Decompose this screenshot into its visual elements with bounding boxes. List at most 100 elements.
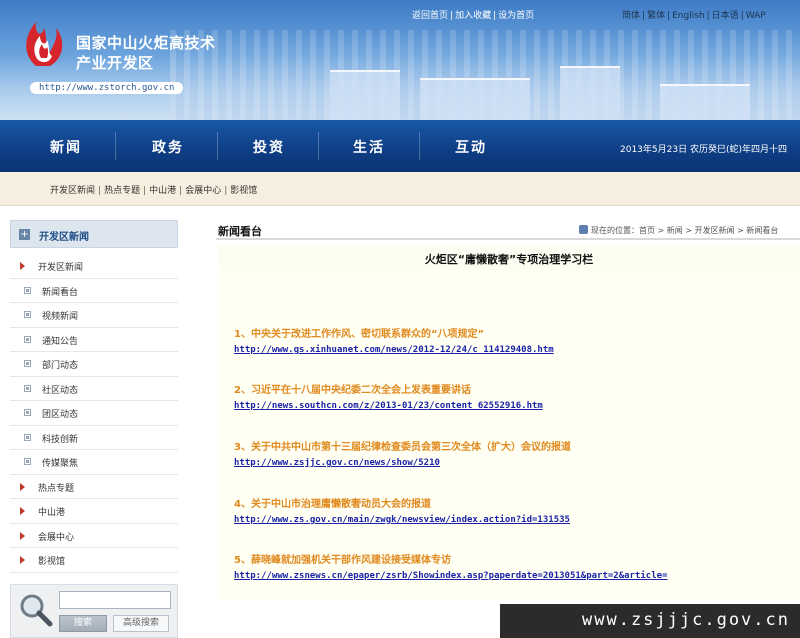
nav-interaction[interactable]: 互动 [455,137,487,157]
nav-life[interactable]: 生活 [353,137,385,157]
list-item-title: 5、薛晓峰就加强机关干部作风建设接受媒体专访 [234,555,451,566]
nav-date: 2013年5月23日 农历癸巳(蛇)年四月十四 [620,145,787,155]
square-bullet-icon [24,433,31,441]
subnav-dev-news[interactable]: 开发区新闻 [50,186,95,196]
sidebar-item-hot-topics[interactable]: 热点专题 [10,475,178,499]
square-bullet-icon [24,384,31,392]
location-icon [579,225,588,234]
main-header: 新闻看台 现在的位置：首页 > 新闻 > 开发区新闻 > 新闻看台 [216,220,800,240]
square-bullet-icon [24,286,31,294]
link-set-homepage[interactable]: 设为首页 [498,11,534,21]
search-input[interactable] [59,591,171,609]
top-links: 返回首页 | 加入收藏 | 设为首页 [412,11,535,21]
square-bullet-icon [24,458,31,465]
arrow-right-icon [20,262,25,270]
search-button[interactable]: 搜索 [59,615,107,632]
sidebar-item-department[interactable]: 部门动态 [10,352,178,377]
sidebar-header: + 开发区新闻 [10,220,178,248]
sidebar-item-innovation[interactable]: 科技创新 [10,426,178,450]
sidebar-item-label: 会展中心 [38,532,75,543]
site-name-line2: 产业开发区 [76,54,154,72]
article-body: 1、中央关于改进工作作风、密切联系群众的“八项规定” http://www.gs… [218,270,800,600]
arrow-right-icon [20,531,25,540]
breadcrumb-prefix: 现在的位置： [591,226,639,235]
site-name-line1: 国家中山火炬高技术 [76,34,216,52]
lang-wap[interactable]: WAP [746,11,766,21]
sidebar-item-community[interactable]: 社区动态 [10,377,178,401]
site-name: 国家中山火炬高技术 产业开发区 [76,33,216,73]
sidebar-item-news-stand[interactable]: 新闻看台 [10,279,178,303]
advanced-search-button[interactable]: 高级搜索 [113,615,169,632]
nav-divider [115,132,116,160]
sidebar: + 开发区新闻 开发区新闻 新闻看台 视频新闻 通知公告 部门动态 社区动态 团… [10,220,178,573]
subnav-expo-center[interactable]: 会展中心 [185,186,221,196]
sidebar-item-notices[interactable]: 通知公告 [10,328,178,352]
breadcrumb: 现在的位置：首页 > 新闻 > 开发区新闻 > 新闻看台 [579,225,778,236]
torch-logo-icon [26,22,63,66]
magnifier-icon [20,594,53,627]
nav-news[interactable]: 新闻 [50,137,82,157]
list-item-title: 3、关于中共中山市第十三届纪律检查委员会第三次全体（扩大）会议的报道 [234,442,571,453]
lang-english[interactable]: English [672,11,705,21]
article-title: 火炬区“庸懒散奢”专项治理学习栏 [424,253,594,266]
sidebar-item-label: 中山港 [38,508,66,518]
header-building [420,78,530,120]
header-building [660,84,750,120]
sidebar-item-label: 新闻看台 [42,287,79,298]
sidebar-item-expo[interactable]: 会展中心 [10,524,178,548]
list-item-link[interactable]: http://news.southcn.com/z/2013-01/23/con… [234,401,543,411]
sidebar-item-label: 热点专题 [38,483,75,494]
lang-traditional[interactable]: 繁体 [647,11,665,21]
site-url[interactable]: http://www.zstorch.gov.cn [30,82,184,94]
nav-investment[interactable]: 投资 [253,137,285,157]
list-item-link[interactable]: http://www.zsjjc.gov.cn/news/show/5210 [234,458,440,468]
sidebar-item-label: 影视馆 [38,557,66,567]
plus-icon: + [19,229,30,240]
lang-simplified[interactable]: 简体 [622,11,640,21]
square-bullet-icon [24,409,31,416]
header-building [330,70,400,120]
nav-government[interactable]: 政务 [152,137,184,157]
list-item-title: 1、中央关于改进工作作风、密切联系群众的“八项规定” [234,329,485,340]
breadcrumb-news-stand[interactable]: 新闻看台 [746,226,778,235]
link-home[interactable]: 返回首页 [412,11,448,21]
list-item-link[interactable]: http://www.zsnews.cn/epaper/zsrb/Showind… [234,571,667,581]
watermark-text: www.zsjjjc.gov.cn [582,610,790,630]
sub-nav-links: 开发区新闻 | 热点专题 | 中山港 | 会展中心 | 影视馆 [50,186,258,196]
list-item-title: 2、习近平在十八届中央纪委二次全会上发表重要讲话 [234,385,471,396]
sidebar-item-label: 通知公告 [42,336,79,347]
sidebar-item-district[interactable]: 团区动态 [10,401,178,426]
sidebar-item-label: 科技创新 [42,434,79,445]
watermark: www.zsjjjc.gov.cn [500,604,800,638]
square-bullet-icon [24,335,31,343]
sidebar-item-video-news[interactable]: 视频新闻 [10,303,178,328]
sidebar-item-video-hall[interactable]: 影视馆 [10,548,178,573]
list-item-link[interactable]: http://www.zs.gov.cn/main/zwgk/newsview/… [234,515,570,525]
sidebar-item-dev-news[interactable]: 开发区新闻 [10,254,178,279]
article-title-bar: 火炬区“庸懒散奢”专项治理学习栏 [218,244,800,270]
sidebar-item-media[interactable]: 传媒聚焦 [10,450,178,475]
subnav-video-hall[interactable]: 影视馆 [230,186,257,196]
breadcrumb-dev-news[interactable]: 开发区新闻 [695,226,735,235]
link-bookmark[interactable]: 加入收藏 [455,11,491,21]
language-links: 简体 | 繁体 | English | 日本语 | WAP [622,11,766,21]
nav-divider [419,132,420,160]
nav-divider [318,132,319,160]
sidebar-item-label: 视频新闻 [42,312,79,322]
sidebar-item-label: 传媒聚焦 [42,459,79,469]
square-bullet-icon [24,311,31,318]
subnav-zhongshan-port[interactable]: 中山港 [149,186,176,196]
header-building [560,66,620,120]
breadcrumb-home[interactable]: 首页 [639,226,655,235]
sidebar-item-label: 社区动态 [42,385,79,396]
sub-nav: 开发区新闻 | 热点专题 | 中山港 | 会展中心 | 影视馆 [0,172,800,206]
list-item-link[interactable]: http://www.gs.xinhuanet.com/news/2012-12… [234,345,554,355]
sidebar-item-label: 开发区新闻 [38,263,84,273]
subnav-hot-topics[interactable]: 热点专题 [104,186,140,196]
breadcrumb-news[interactable]: 新闻 [667,226,683,235]
nav-divider [217,132,218,160]
arrow-right-icon [20,556,25,564]
sidebar-item-label: 部门动态 [42,361,79,371]
sidebar-item-port[interactable]: 中山港 [10,499,178,524]
lang-japanese[interactable]: 日本语 [712,11,739,21]
